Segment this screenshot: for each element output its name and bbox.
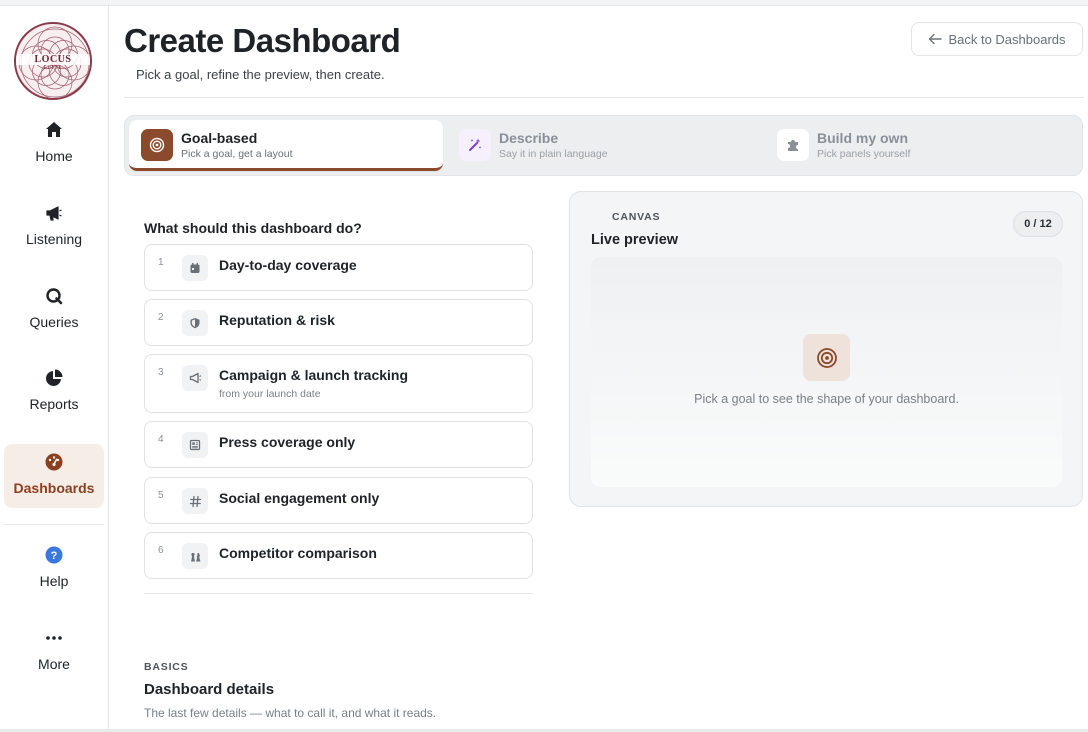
newspaper-icon: [182, 432, 208, 458]
tab-title: Describe: [499, 130, 559, 146]
goal-label: Competitor comparison: [219, 545, 377, 561]
tab-title: Build my own: [817, 130, 908, 146]
basics-title: Dashboard details: [144, 681, 275, 698]
sidebar: LOCUS ELITE Home Listening Queries Repor…: [0, 6, 109, 729]
nav-item-home[interactable]: Home: [4, 112, 104, 176]
goal-option-campaign[interactable]: 3 Campaign & launch tracking from your l…: [144, 354, 533, 413]
preview-empty-text: Pick a goal to see the shape of your das…: [694, 392, 959, 406]
nav-label: Reports: [29, 396, 79, 412]
arrow-left-icon: [929, 33, 943, 45]
goal-option-press[interactable]: 4 Press coverage only: [144, 421, 533, 468]
nav-item-dashboards[interactable]: Dashboards: [4, 444, 104, 508]
nav-label: Help: [39, 573, 69, 589]
gauge-icon: [45, 453, 63, 471]
goal-label: Press coverage only: [219, 434, 356, 450]
live-preview-panel: CANVAS Live preview 0 / 12 Pick a goal t…: [569, 191, 1083, 507]
canvas-eyebrow: CANVAS: [612, 211, 661, 223]
tab-subtitle: Pick a goal, get a layout: [181, 148, 293, 160]
goals-heading: What should this dashboard do?: [144, 220, 362, 236]
megaphone-icon: [182, 365, 208, 391]
panel-count-badge: 0 / 12: [1013, 211, 1063, 237]
tab-build-my-own[interactable]: Build my own Pick panels yourself: [765, 120, 1079, 171]
query-icon: [46, 288, 63, 305]
window-top-edge: [0, 0, 1088, 6]
page-subtitle: Pick a goal, refine the preview, then cr…: [136, 67, 385, 82]
pie-chart-icon: [46, 369, 63, 386]
megaphone-icon: [46, 206, 62, 221]
goal-option-reputation[interactable]: 2 Reputation & risk: [144, 299, 533, 346]
goal-number: 5: [158, 490, 164, 501]
calendar-icon: [182, 255, 208, 281]
basics-subtitle: The last few details — what to call it, …: [144, 706, 437, 720]
goal-option-competitor[interactable]: 6 Competitor comparison: [144, 532, 533, 579]
creation-mode-tabs: Goal-based Pick a goal, get a layout Des…: [124, 115, 1083, 176]
chess-icon: [182, 543, 208, 569]
tab-describe[interactable]: Describe Say it in plain language: [447, 120, 761, 171]
home-icon: [46, 122, 62, 137]
goal-number: 1: [158, 257, 164, 268]
tab-subtitle: Say it in plain language: [499, 148, 608, 160]
brand-logo[interactable]: LOCUS ELITE: [14, 22, 92, 100]
page-title: Create Dashboard: [124, 22, 401, 59]
goal-label: Campaign & launch tracking: [219, 367, 409, 383]
back-button-label: Back to Dashboards: [948, 31, 1066, 47]
canvas-title: Live preview: [591, 232, 679, 248]
nav-item-queries[interactable]: Queries: [4, 278, 104, 342]
nav-item-reports[interactable]: Reports: [4, 360, 104, 424]
puzzle-icon: [777, 129, 809, 161]
nav-item-more[interactable]: More: [4, 620, 104, 684]
svg-text:?: ?: [51, 550, 58, 562]
back-to-dashboards-button[interactable]: Back to Dashboards: [911, 22, 1083, 56]
hashtag-icon: [182, 488, 208, 514]
tab-goal-based[interactable]: Goal-based Pick a goal, get a layout: [129, 120, 443, 171]
goal-option-social[interactable]: 5 Social engagement only: [144, 477, 533, 524]
help-icon: ?: [45, 546, 63, 564]
target-icon: [141, 129, 173, 161]
goal-sublabel: from your launch date: [219, 388, 321, 400]
basics-eyebrow: BASICS: [144, 661, 189, 673]
magic-wand-icon: [459, 129, 491, 161]
more-icon: [46, 636, 62, 640]
preview-area: Pick a goal to see the shape of your das…: [591, 257, 1062, 487]
goal-label: Social engagement only: [219, 490, 380, 506]
tab-subtitle: Pick panels yourself: [817, 148, 911, 160]
goal-number: 2: [158, 312, 164, 323]
logo-subtext: ELITE: [43, 66, 63, 71]
logo-wordmark: LOCUS: [16, 54, 90, 65]
goal-number: 4: [158, 434, 164, 445]
goal-option-day-to-day[interactable]: 1 Day-to-day coverage: [144, 244, 533, 291]
sidebar-divider: [4, 524, 104, 525]
nav-item-listening[interactable]: Listening: [4, 195, 104, 259]
nav-label: More: [38, 656, 70, 672]
goals-divider: [144, 593, 533, 594]
target-icon: [803, 334, 850, 381]
goal-label: Reputation & risk: [219, 312, 335, 328]
goal-number: 6: [158, 545, 164, 556]
header-divider: [124, 97, 1084, 98]
nav-label: Queries: [29, 314, 79, 330]
nav-label: Listening: [25, 231, 83, 247]
tab-title: Goal-based: [181, 130, 258, 146]
goal-label: Day-to-day coverage: [219, 257, 357, 273]
shield-icon: [182, 310, 208, 336]
nav-label: Dashboards: [13, 480, 95, 496]
nav-item-help[interactable]: ? Help: [4, 537, 104, 601]
nav-label: Home: [35, 148, 73, 164]
goal-number: 3: [158, 367, 164, 378]
